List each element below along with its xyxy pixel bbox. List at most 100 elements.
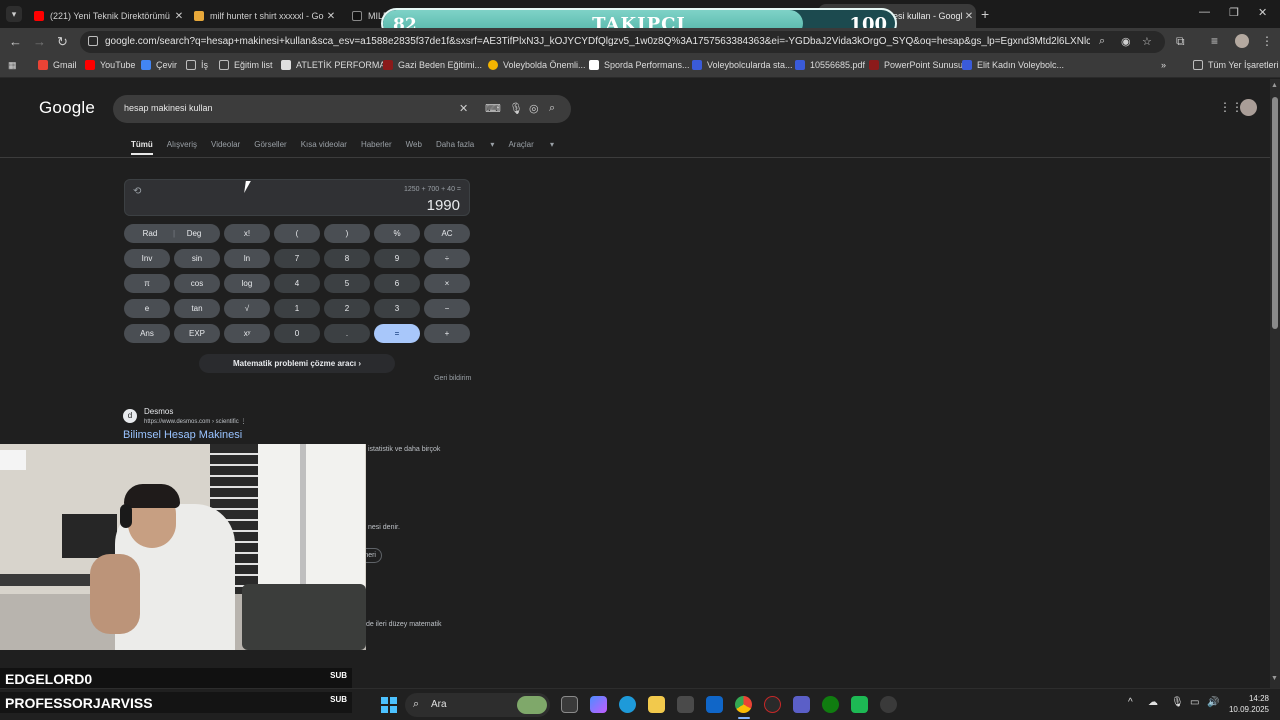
edge-icon[interactable] [619, 696, 636, 713]
cloud-icon[interactable]: ☁ [1148, 697, 1158, 708]
tab-tools[interactable]: Araçlar ▾ [508, 140, 554, 155]
close-tab-icon[interactable]: ✕ [324, 11, 338, 22]
page-scrollbar[interactable]: ▲ ▼ [1270, 79, 1280, 688]
game-app-icon[interactable] [851, 696, 868, 713]
apps-grid-icon[interactable]: ▦ [8, 60, 17, 71]
close-paren-key[interactable]: ) [324, 224, 370, 243]
tan-key[interactable]: tan [174, 299, 220, 318]
percent-key[interactable]: % [374, 224, 420, 243]
tab-short-videos[interactable]: Kısa videolar [301, 140, 347, 155]
digit-5-key[interactable]: 5 [324, 274, 370, 293]
forward-arrow-icon[interactable]: → [33, 34, 46, 49]
system-clock[interactable]: 14:28 10.09.2025 [1225, 693, 1269, 715]
lens-camera-icon[interactable]: ◎ [529, 102, 539, 115]
scroll-up-arrow-icon[interactable]: ▲ [1271, 82, 1278, 89]
search-input[interactable]: hesap makinesi kullan ✕ ⌨ 🎙 ◎ ⌕ [113, 95, 571, 123]
tab-news[interactable]: Haberler [361, 140, 392, 155]
bookmark-item[interactable]: 10556685.pdf [795, 60, 865, 70]
pi-key[interactable]: π [124, 274, 170, 293]
close-window-icon[interactable]: ✕ [1258, 6, 1267, 19]
microphone-tray-icon[interactable]: 🎙 [1171, 697, 1184, 708]
bookmark-item[interactable]: Elit Kadın Voleybolc... [962, 60, 1064, 70]
search-highlight-widget-icon[interactable] [517, 696, 547, 714]
tab-search-menu-icon[interactable]: ▾ [6, 6, 22, 22]
close-tab-icon[interactable]: ✕ [962, 11, 976, 22]
copilot-icon[interactable] [590, 696, 607, 713]
google-logo[interactable]: Google [39, 98, 95, 118]
digit-2-key[interactable]: 2 [324, 299, 370, 318]
tracking-eye-icon[interactable]: ◉ [1121, 35, 1131, 48]
feedback-link[interactable]: Geri bildirim [434, 375, 471, 382]
back-arrow-icon[interactable]: ← [9, 34, 22, 49]
sin-key[interactable]: sin [174, 249, 220, 268]
scrollbar-thumb[interactable] [1272, 97, 1278, 329]
microphone-icon[interactable]: 🎙 [509, 102, 523, 115]
chrome-icon[interactable] [735, 696, 752, 713]
close-tab-icon[interactable]: ✕ [172, 11, 186, 22]
tab-shopping[interactable]: Alışveriş [167, 140, 197, 155]
e-key[interactable]: e [124, 299, 170, 318]
file-explorer-icon[interactable] [648, 696, 665, 713]
ans-key[interactable]: Ans [124, 324, 170, 343]
account-avatar[interactable] [1240, 99, 1257, 116]
digit-6-key[interactable]: 6 [374, 274, 420, 293]
power-key[interactable]: xʸ [224, 324, 270, 343]
divide-key[interactable]: ÷ [424, 249, 470, 268]
keyboard-icon[interactable]: ⌨ [485, 102, 501, 115]
browser-tab[interactable]: (221) Yeni Teknik Direktörümü ✕ [26, 4, 186, 28]
address-bar[interactable]: google.com/search?q=hesap+makinesi+kulla… [80, 31, 1165, 53]
result-site-name[interactable]: Desmos [144, 407, 173, 416]
search-icon[interactable]: ⌕ [549, 102, 555, 115]
factorial-key[interactable]: x! [224, 224, 270, 243]
digit-3-key[interactable]: 3 [374, 299, 420, 318]
plus-key[interactable]: + [424, 324, 470, 343]
digit-8-key[interactable]: 8 [324, 249, 370, 268]
outlook-icon[interactable] [706, 696, 723, 713]
math-solver-button[interactable]: Matematik problemi çözme aracı › [199, 354, 395, 373]
scroll-down-arrow-icon[interactable]: ▼ [1271, 675, 1278, 682]
site-info-icon[interactable] [88, 36, 98, 46]
more-bookmarks-chevron-icon[interactable]: » [1161, 60, 1166, 70]
bookmark-item[interactable]: Voleybolcularda sta... [692, 60, 793, 70]
bookmark-folder[interactable]: Eğitim list [219, 60, 273, 70]
rad-option[interactable]: Rad [127, 224, 173, 243]
network-icon[interactable]: ▭ [1190, 697, 1199, 708]
restore-icon[interactable]: ❐ [1229, 6, 1239, 19]
reload-icon[interactable]: ↻ [57, 34, 68, 50]
task-view-icon[interactable] [561, 696, 578, 713]
bookmark-item[interactable]: Voleybolda Önemli... [488, 60, 586, 70]
cos-key[interactable]: cos [174, 274, 220, 293]
bookmark-item[interactable]: PowerPoint Sunusu [869, 60, 963, 70]
result-title-link[interactable]: Bilimsel Hesap Makinesi [123, 429, 242, 441]
bookmark-item[interactable]: YouTube [85, 60, 135, 70]
bookmark-item[interactable]: ATLETİK PERFORMA... [281, 60, 393, 70]
history-icon[interactable]: ⟲ [133, 186, 141, 197]
tray-chevron-icon[interactable]: ^ [1128, 697, 1133, 708]
bookmark-star-icon[interactable]: ☆ [1142, 35, 1152, 48]
store-icon[interactable] [677, 696, 694, 713]
tab-search-icon[interactable]: ≡ [1211, 34, 1218, 48]
extensions-icon[interactable]: ⧉ [1176, 34, 1185, 49]
xbox-icon[interactable] [822, 696, 839, 713]
url-text[interactable]: google.com/search?q=hesap+makinesi+kulla… [105, 36, 1090, 47]
result-menu-icon[interactable]: ⋮ [240, 419, 246, 425]
digit-9-key[interactable]: 9 [374, 249, 420, 268]
app-icon[interactable] [764, 696, 781, 713]
bookmark-item[interactable]: Sporda Performans... [589, 60, 690, 70]
digit-1-key[interactable]: 1 [274, 299, 320, 318]
bookmark-item[interactable]: Çevir [141, 60, 177, 70]
all-bookmarks-folder[interactable]: Tüm Yer İşaretleri [1193, 60, 1279, 70]
clear-icon[interactable]: ✕ [459, 102, 468, 115]
minimize-icon[interactable]: — [1199, 6, 1210, 18]
result-url[interactable]: https://www.desmos.com › scientific ⋮ [144, 418, 246, 425]
digit-0-key[interactable]: 0 [274, 324, 320, 343]
windows-start-icon[interactable] [381, 697, 397, 713]
ln-key[interactable]: ln [224, 249, 270, 268]
bookmark-item[interactable]: Gmail [38, 60, 77, 70]
taskbar-search[interactable]: ⌕ Ara [405, 693, 550, 717]
equals-key[interactable]: = [374, 324, 420, 343]
exp-key[interactable]: EXP [174, 324, 220, 343]
rad-deg-toggle[interactable]: Rad | Deg [124, 224, 220, 243]
tab-videos[interactable]: Videolar [211, 140, 240, 155]
minus-key[interactable]: − [424, 299, 470, 318]
